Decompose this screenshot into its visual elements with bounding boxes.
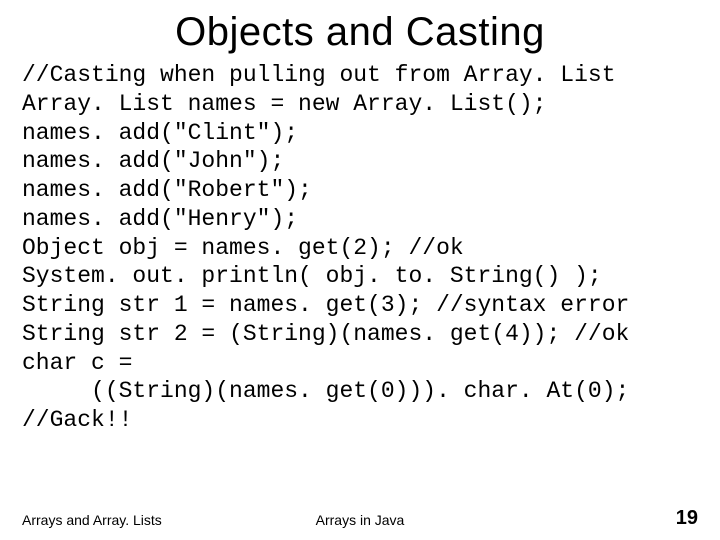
slide: Objects and Casting //Casting when pulli… <box>0 0 720 540</box>
slide-title: Objects and Casting <box>0 0 720 61</box>
slide-footer: Arrays and Array. Lists Arrays in Java 1… <box>0 504 720 528</box>
code-block: //Casting when pulling out from Array. L… <box>0 61 720 435</box>
page-number: 19 <box>676 507 698 530</box>
footer-center: Arrays in Java <box>0 512 720 528</box>
